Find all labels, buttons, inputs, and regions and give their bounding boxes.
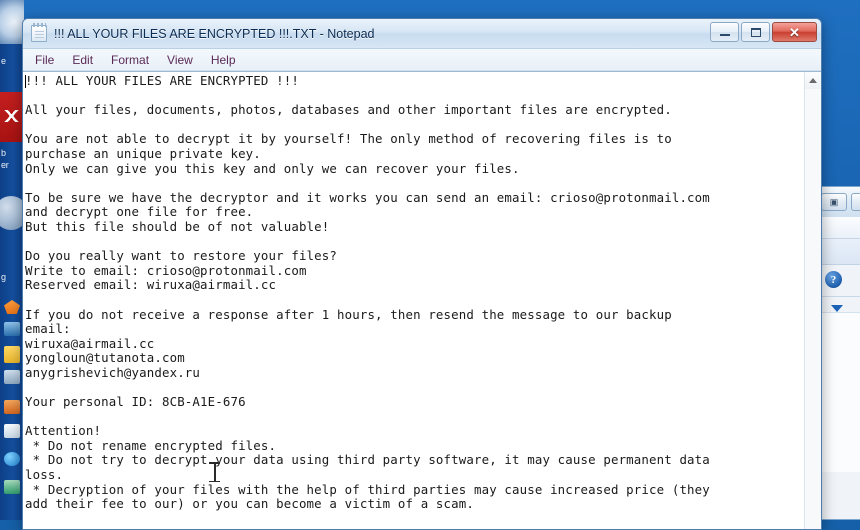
menu-item-help[interactable]: Help (202, 51, 245, 69)
left-taskbar-strip[interactable]: b er e g (0, 0, 28, 520)
background-window-toolbar[interactable] (817, 217, 860, 239)
menu-item-view[interactable]: View (158, 51, 202, 69)
taskbar-icon-red-app[interactable] (0, 92, 24, 142)
window-title: !!! ALL YOUR FILES ARE ENCRYPTED !!!.TXT… (54, 26, 375, 41)
scroll-up-button[interactable] (805, 72, 821, 89)
menu-item-file[interactable]: File (26, 51, 63, 69)
ransom-note-text[interactable]: !!! ALL YOUR FILES ARE ENCRYPTED !!! All… (25, 73, 804, 512)
chevron-down-icon[interactable] (831, 305, 843, 312)
help-icon[interactable]: ? (825, 271, 842, 288)
background-window-close-button[interactable]: ✕ (851, 193, 860, 211)
minimize-button[interactable] (710, 22, 739, 42)
taskbar-icon-browser[interactable] (4, 452, 20, 466)
taskbar-icon-archive[interactable] (4, 400, 20, 414)
divider (817, 296, 860, 297)
notepad-window[interactable]: !!! ALL YOUR FILES ARE ENCRYPTED !!!.TXT… (22, 18, 822, 530)
taskbar-label-2: e (1, 56, 6, 66)
taskbar-icon-document[interactable] (4, 424, 20, 438)
menu-item-edit[interactable]: Edit (63, 51, 102, 69)
taskbar-icon-firefox[interactable] (4, 300, 20, 314)
taskbar-icon-network[interactable] (4, 370, 20, 384)
notepad-icon (31, 23, 47, 42)
close-button[interactable]: ✕ (772, 22, 817, 42)
background-window-titlebar[interactable]: ▣ ✕ (817, 187, 860, 217)
scrollbar-track[interactable] (805, 89, 821, 529)
window-controls[interactable]: ✕ (710, 22, 817, 42)
minimize-icon (719, 34, 730, 36)
editor-area[interactable]: !!! ALL YOUR FILES ARE ENCRYPTED !!! All… (23, 71, 821, 529)
taskbar-label-0: b (1, 148, 6, 158)
taskbar-icon-media[interactable] (4, 480, 20, 494)
taskbar-label-1: er (1, 160, 9, 170)
menu-bar[interactable]: File Edit Format View Help (23, 49, 821, 71)
notepad-titlebar[interactable]: !!! ALL YOUR FILES ARE ENCRYPTED !!!.TXT… (23, 19, 821, 49)
taskbar-start-orb[interactable] (0, 0, 24, 44)
background-window-band (817, 239, 860, 265)
maximize-icon (750, 27, 761, 37)
menu-item-format[interactable]: Format (102, 51, 158, 69)
chevron-up-icon (809, 78, 817, 83)
vertical-scrollbar[interactable] (804, 72, 821, 529)
background-window-body (817, 312, 860, 472)
taskbar-icon-folder[interactable] (4, 346, 20, 363)
background-window[interactable]: ▣ ✕ ? (816, 186, 860, 520)
close-icon: ✕ (789, 24, 800, 40)
taskbar-icon-computer[interactable] (4, 322, 20, 336)
taskbar-label-3: g (1, 272, 6, 282)
text-caret (25, 75, 26, 88)
text-editor[interactable]: !!! ALL YOUR FILES ARE ENCRYPTED !!! All… (23, 72, 804, 529)
background-window-restore-button[interactable]: ▣ (821, 193, 847, 211)
maximize-button[interactable] (741, 22, 770, 42)
